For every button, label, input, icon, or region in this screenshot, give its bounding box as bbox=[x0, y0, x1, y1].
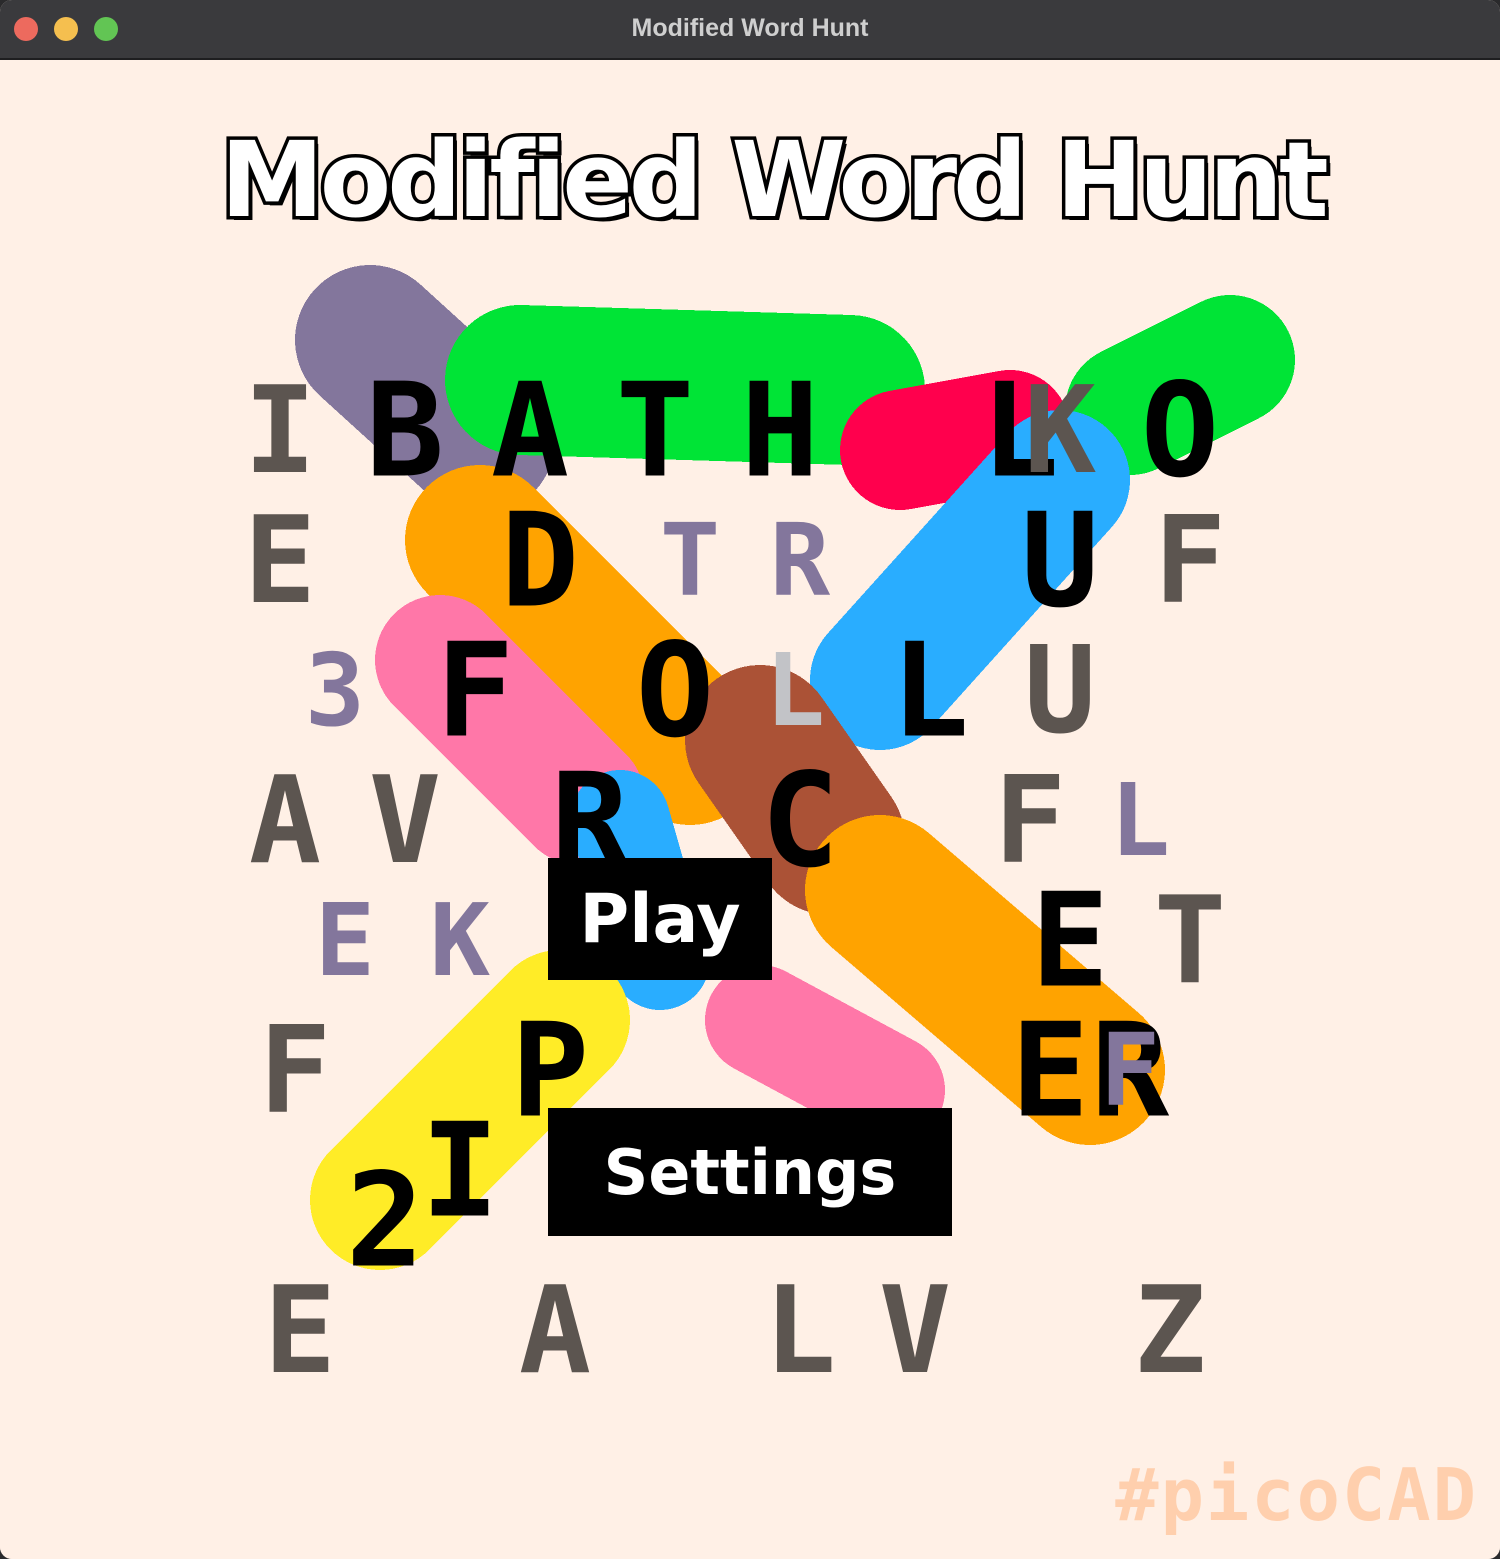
grid-letter[interactable]: V bbox=[369, 752, 441, 891]
grid-letter[interactable]: 3 bbox=[305, 632, 365, 749]
grid-letter[interactable]: I bbox=[244, 362, 316, 501]
window-title: Modified Word Hunt bbox=[631, 14, 869, 42]
grid-letter[interactable]: E bbox=[1011, 995, 1089, 1147]
game-canvas[interactable]: IBATHLKOEDTRUF3FOLLUAVRCFLEKETFPERFI2EAL… bbox=[0, 60, 1500, 1559]
grid-letter[interactable]: E bbox=[315, 882, 375, 999]
grid-letter[interactable]: O bbox=[1141, 355, 1219, 507]
highlight-pink-2 bbox=[705, 965, 945, 1145]
app-window: Modified Word Hunt IBATHLKOEDTRUF3FOLLUA… bbox=[0, 0, 1500, 1559]
grid-letter[interactable]: F bbox=[259, 1002, 331, 1141]
grid-letter[interactable]: F bbox=[1100, 1012, 1160, 1129]
grid-letter[interactable]: U bbox=[1024, 622, 1096, 761]
grid-letter[interactable]: A bbox=[249, 752, 321, 891]
grid-letter[interactable]: Z bbox=[1134, 1262, 1206, 1401]
grid-letter[interactable]: E bbox=[264, 1262, 336, 1401]
grid-letter[interactable]: K bbox=[430, 882, 490, 999]
grid-letter[interactable]: T bbox=[616, 355, 694, 507]
grid-letter[interactable]: F bbox=[436, 615, 514, 767]
grid-letter[interactable]: T bbox=[1154, 872, 1226, 1011]
play-button[interactable]: Play bbox=[548, 858, 772, 980]
grid-letter[interactable]: U bbox=[1021, 485, 1099, 637]
grid-letter[interactable]: 2 bbox=[346, 1145, 424, 1297]
grid-letter[interactable]: C bbox=[761, 745, 839, 897]
grid-letter[interactable]: L bbox=[764, 1262, 836, 1401]
grid-letter[interactable]: L bbox=[891, 615, 969, 767]
grid-letter[interactable]: A bbox=[519, 1262, 591, 1401]
word-board: I B A T H LK OE D T R U F3 F O L L UA V R C F LE K E TF P E RFI2E A L… bbox=[244, 265, 1295, 1401]
grid-letter[interactable]: H bbox=[741, 355, 819, 507]
game-title: Modified Word Hunt bbox=[217, 117, 1332, 244]
grid-letter[interactable]: R bbox=[770, 502, 831, 619]
grid-letter[interactable]: L bbox=[765, 632, 825, 749]
title-bar[interactable]: Modified Word Hunt bbox=[0, 0, 1500, 60]
grid-letter[interactable]: V bbox=[879, 1262, 951, 1401]
grid-letter[interactable]: I bbox=[421, 1095, 499, 1247]
grid-letter[interactable]: K bbox=[1024, 362, 1096, 501]
grid-letter[interactable]: B bbox=[366, 355, 444, 507]
picocad-watermark: #picoCAD bbox=[1115, 1453, 1478, 1537]
grid-letter[interactable]: F bbox=[1154, 492, 1226, 631]
grid-letter[interactable]: O bbox=[636, 615, 714, 767]
grid-letter[interactable]: L bbox=[1110, 762, 1170, 879]
grid-letter[interactable]: E bbox=[244, 492, 316, 631]
grid-letter[interactable]: T bbox=[660, 502, 720, 619]
settings-button[interactable]: Settings bbox=[548, 1108, 952, 1236]
